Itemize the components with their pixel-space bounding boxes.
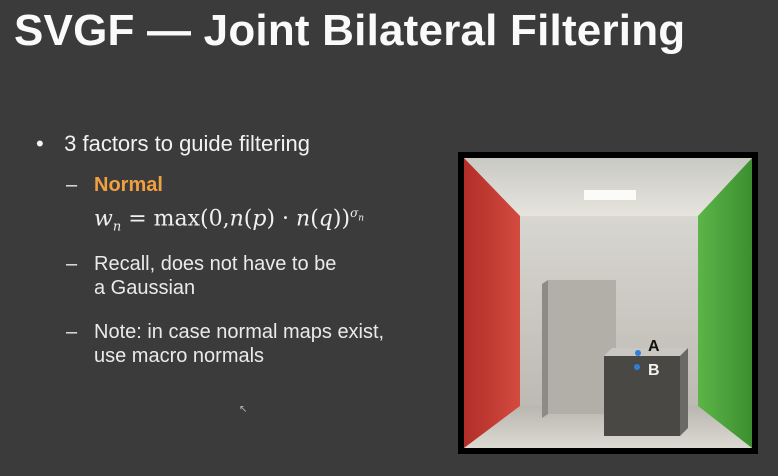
short-block-top <box>604 348 688 356</box>
bullet-dot: • <box>36 131 44 156</box>
mouse-cursor-icon: ↖ <box>239 404 248 415</box>
point-b-marker <box>634 364 640 370</box>
cornell-box-render <box>464 158 752 448</box>
sub-item-note: – Note: in case normal maps exist, use m… <box>66 320 384 368</box>
dash: – <box>66 321 78 343</box>
normal-label: Normal <box>94 174 163 196</box>
point-a-label: A <box>648 338 660 355</box>
point-b-label: B <box>648 362 660 379</box>
note-line-2: use macro normals <box>94 345 265 367</box>
note-line-1: Note: in case normal maps exist, <box>94 321 385 343</box>
normal-weight-formula: wn = max(0,n(p) · n(q))σn <box>94 206 365 235</box>
recall-line-2: a Gaussian <box>94 277 196 299</box>
short-block-side <box>680 348 688 436</box>
point-a-marker <box>635 350 641 356</box>
sub-item-normal: – Normal <box>66 173 163 197</box>
dash: – <box>66 174 78 196</box>
cornell-box-figure <box>458 152 758 454</box>
recall-line-1: Recall, does not have to be <box>94 253 337 275</box>
sub-item-recall: – Recall, does not have to be a Gaussian <box>66 252 336 300</box>
bullet-text: 3 factors to guide filtering <box>64 131 310 156</box>
dash: – <box>66 253 78 275</box>
ceiling-light <box>584 190 636 200</box>
bullet-item: • 3 factors to guide filtering <box>36 131 310 157</box>
tall-block-side <box>542 280 548 418</box>
slide-title: SVGF — Joint Bilateral Filtering <box>14 6 686 55</box>
short-block-front <box>604 356 680 436</box>
